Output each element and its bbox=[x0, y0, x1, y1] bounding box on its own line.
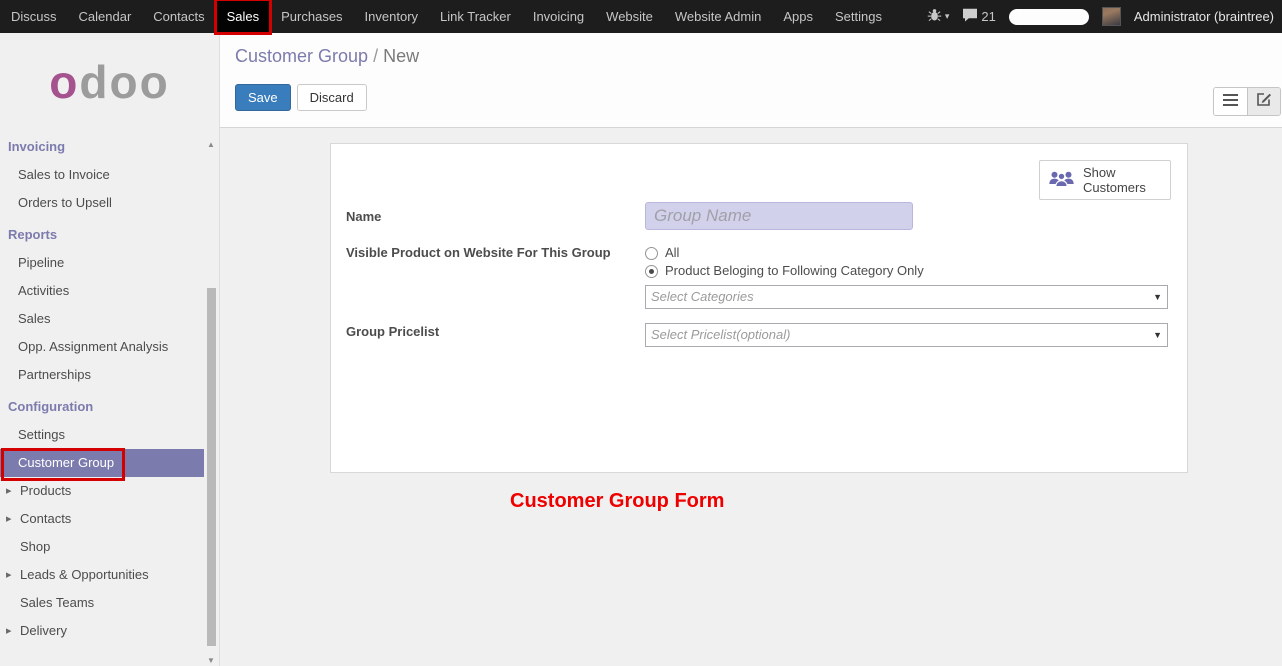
menu-link-tracker[interactable]: Link Tracker bbox=[429, 0, 522, 33]
sidebar-item-sales-teams[interactable]: Sales Teams bbox=[0, 589, 204, 617]
show-customers-label: Show Customers bbox=[1083, 165, 1162, 195]
avatar bbox=[1102, 7, 1121, 26]
group-name-input[interactable] bbox=[645, 202, 913, 230]
sidebar-section-configuration: Configuration bbox=[0, 389, 219, 421]
discard-button[interactable]: Discard bbox=[297, 84, 367, 111]
sidebar-item-delivery[interactable]: Delivery bbox=[0, 617, 204, 645]
top-navbar: Discuss Calendar Contacts Sales Purchase… bbox=[0, 0, 1282, 33]
view-switcher bbox=[1213, 87, 1281, 116]
list-icon bbox=[1223, 93, 1238, 111]
sidebar-item-activities[interactable]: Activities bbox=[0, 277, 204, 305]
radio-category-only[interactable]: Product Beloging to Following Category O… bbox=[645, 262, 1168, 280]
radio-all[interactable]: All bbox=[645, 244, 1168, 262]
scroll-up-icon[interactable]: ▲ bbox=[207, 140, 215, 149]
group-pricelist-label: Group Pricelist bbox=[346, 323, 630, 340]
menu-purchases[interactable]: Purchases bbox=[270, 0, 353, 33]
sidebar-item-opp-assignment-analysis[interactable]: Opp. Assignment Analysis bbox=[0, 333, 204, 361]
radio-all-label: All bbox=[665, 244, 679, 262]
sidebar-item-shop[interactable]: Shop bbox=[0, 533, 204, 561]
timer-widget[interactable] bbox=[1009, 9, 1089, 25]
menu-sales[interactable]: Sales bbox=[216, 0, 271, 33]
sidebar-item-orders-to-upsell[interactable]: Orders to Upsell bbox=[0, 189, 204, 217]
menu-contacts[interactable]: Contacts bbox=[142, 0, 215, 33]
visible-product-label: Visible Product on Website For This Grou… bbox=[346, 244, 630, 261]
radio-checked-icon bbox=[645, 265, 658, 278]
sidebar-scrollbar[interactable]: ▲ ▼ bbox=[205, 138, 219, 666]
debug-menu[interactable]: ▾ bbox=[927, 8, 950, 25]
list-view-button[interactable] bbox=[1214, 88, 1247, 115]
form-view-button[interactable] bbox=[1247, 88, 1280, 115]
sidebar-menu: Invoicing Sales to Invoice Orders to Ups… bbox=[0, 129, 219, 645]
sidebar-item-customer-group[interactable]: Customer Group bbox=[0, 449, 204, 477]
sidebar-section-invoicing: Invoicing bbox=[0, 129, 219, 161]
categories-placeholder: Select Categories bbox=[651, 289, 754, 304]
sidebar-item-contacts[interactable]: Contacts bbox=[0, 505, 204, 533]
systray: ▾ 21 Administrator (braintree) bbox=[927, 0, 1282, 33]
caret-down-icon: ▼ bbox=[1153, 324, 1162, 346]
scroll-down-icon[interactable]: ▼ bbox=[207, 656, 215, 665]
sidebar-section-reports: Reports bbox=[0, 217, 219, 249]
menu-discuss[interactable]: Discuss bbox=[0, 0, 68, 33]
breadcrumb-parent[interactable]: Customer Group bbox=[235, 46, 368, 66]
odoo-logo: odoo bbox=[0, 59, 219, 105]
sidebar-item-sales[interactable]: Sales bbox=[0, 305, 204, 333]
menu-website[interactable]: Website bbox=[595, 0, 664, 33]
sidebar-item-settings[interactable]: Settings bbox=[0, 421, 204, 449]
menu-website-admin[interactable]: Website Admin bbox=[664, 0, 772, 33]
content-area: Show Customers Name Visible Product on W… bbox=[220, 128, 1282, 666]
breadcrumb: Customer Group/New bbox=[235, 46, 1282, 67]
menu-settings[interactable]: Settings bbox=[824, 0, 893, 33]
sidebar-item-products[interactable]: Products bbox=[0, 477, 204, 505]
control-panel: Customer Group/New Save Discard bbox=[220, 33, 1282, 128]
bug-icon bbox=[927, 8, 942, 25]
edit-icon bbox=[1256, 91, 1272, 112]
app-sidebar: odoo Invoicing Sales to Invoice Orders t… bbox=[0, 33, 220, 666]
annotation-caption: Customer Group Form bbox=[510, 490, 724, 513]
menu-calendar[interactable]: Calendar bbox=[68, 0, 143, 33]
save-button[interactable]: Save bbox=[235, 84, 291, 111]
scrollbar-thumb[interactable] bbox=[207, 288, 216, 646]
menu-inventory[interactable]: Inventory bbox=[354, 0, 429, 33]
sidebar-item-leads-opportunities[interactable]: Leads & Opportunities bbox=[0, 561, 204, 589]
user-menu[interactable]: Administrator (braintree) bbox=[1134, 9, 1274, 24]
categories-select[interactable]: Select Categories ▼ bbox=[645, 285, 1168, 309]
sidebar-item-pipeline[interactable]: Pipeline bbox=[0, 249, 204, 277]
show-customers-button[interactable]: Show Customers bbox=[1039, 160, 1171, 200]
main-area: Customer Group/New Save Discard bbox=[220, 33, 1282, 666]
people-icon bbox=[1048, 169, 1075, 192]
pricelist-placeholder: Select Pricelist(optional) bbox=[651, 327, 790, 342]
sidebar-item-partnerships[interactable]: Partnerships bbox=[0, 361, 204, 389]
messages-count: 21 bbox=[981, 9, 995, 24]
messages-menu[interactable]: 21 bbox=[962, 8, 995, 25]
breadcrumb-separator: / bbox=[373, 46, 378, 66]
chat-bubble-icon bbox=[962, 8, 978, 25]
radio-category-label: Product Beloging to Following Category O… bbox=[665, 262, 924, 280]
caret-down-icon: ▼ bbox=[1153, 286, 1162, 308]
action-buttons: Save Discard bbox=[235, 84, 1282, 111]
breadcrumb-current: New bbox=[383, 46, 419, 66]
name-label: Name bbox=[346, 208, 630, 225]
sidebar-item-sales-to-invoice[interactable]: Sales to Invoice bbox=[0, 161, 204, 189]
caret-down-icon: ▾ bbox=[945, 11, 950, 22]
menu-apps[interactable]: Apps bbox=[772, 0, 824, 33]
menu-invoicing[interactable]: Invoicing bbox=[522, 0, 595, 33]
radio-unchecked-icon bbox=[645, 247, 658, 260]
pricelist-select[interactable]: Select Pricelist(optional) ▼ bbox=[645, 323, 1168, 347]
customer-group-form: Show Customers Name Visible Product on W… bbox=[330, 143, 1188, 473]
form-fields: Name Visible Product on Website For This… bbox=[346, 202, 1168, 347]
